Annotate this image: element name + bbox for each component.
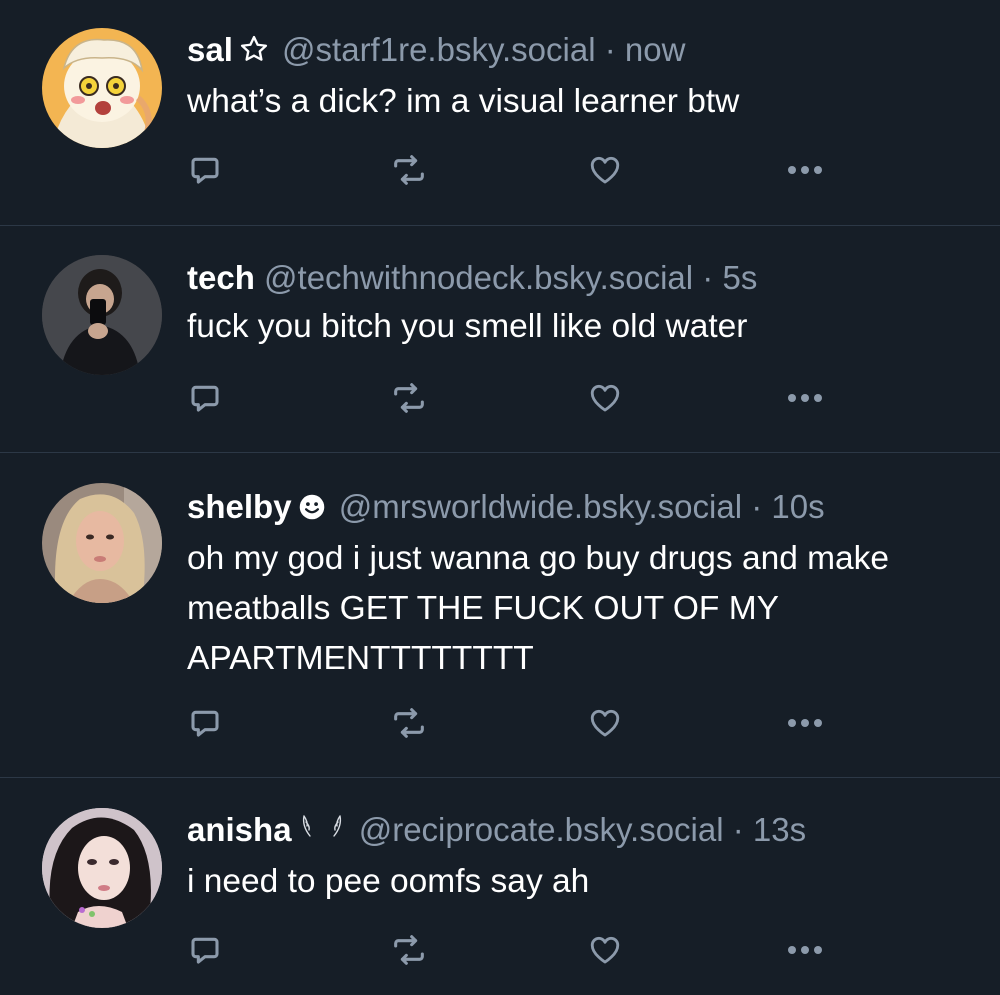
repost-button[interactable] bbox=[389, 703, 429, 743]
post-header: tech @techwithnodeck.bsky.social · 5s bbox=[187, 258, 970, 298]
post-header: shelby @mrsworldwide.bsky.social · 10s bbox=[187, 487, 970, 530]
display-name[interactable]: shelby bbox=[187, 488, 292, 525]
post-header: anisha @reciprocate.bsky.social · 13s bbox=[187, 810, 970, 853]
heart-icon bbox=[587, 381, 623, 415]
more-icon bbox=[786, 392, 824, 404]
reply-button[interactable] bbox=[185, 930, 225, 970]
more-button[interactable] bbox=[785, 150, 825, 190]
timestamp[interactable]: 5s bbox=[722, 259, 757, 296]
like-button[interactable] bbox=[585, 703, 625, 743]
avatar[interactable] bbox=[42, 255, 162, 375]
reply-icon bbox=[189, 382, 221, 414]
reply-button[interactable] bbox=[185, 378, 225, 418]
more-button[interactable] bbox=[785, 378, 825, 418]
post-header: sal @starf1re.bsky.social · now bbox=[187, 30, 970, 73]
repost-icon bbox=[390, 707, 428, 739]
display-name[interactable]: anisha bbox=[187, 811, 292, 848]
handle[interactable]: @starf1re.bsky.social bbox=[282, 31, 595, 68]
more-button[interactable] bbox=[785, 703, 825, 743]
feed: sal @starf1re.bsky.social · now what’s a… bbox=[0, 0, 1000, 995]
post-actions bbox=[187, 378, 827, 418]
post-text: oh my god i just wanna go buy drugs and … bbox=[187, 540, 890, 677]
post-item[interactable]: tech @techwithnodeck.bsky.social · 5s fu… bbox=[0, 226, 1000, 453]
repost-button[interactable] bbox=[389, 378, 429, 418]
star-outline-icon bbox=[239, 33, 269, 73]
post-item[interactable]: anisha @reciprocate.bsky.social · 13s i … bbox=[0, 778, 1000, 995]
post-text: i need to pee oomfs say ah bbox=[187, 863, 590, 900]
like-button[interactable] bbox=[585, 378, 625, 418]
separator: · bbox=[732, 811, 744, 848]
feather-wings-icon bbox=[298, 812, 346, 853]
more-icon bbox=[786, 717, 824, 729]
post-actions bbox=[187, 703, 827, 743]
more-button[interactable] bbox=[785, 930, 825, 970]
handle[interactable]: @mrsworldwide.bsky.social bbox=[339, 488, 742, 525]
repost-icon bbox=[390, 934, 428, 966]
heart-icon bbox=[587, 153, 623, 187]
display-name[interactable]: tech bbox=[187, 259, 255, 296]
reply-icon bbox=[189, 154, 221, 186]
repost-button[interactable] bbox=[389, 930, 429, 970]
handle[interactable]: @techwithnodeck.bsky.social bbox=[264, 259, 693, 296]
post-text: what’s a dick? im a visual learner btw bbox=[187, 83, 740, 120]
repost-button[interactable] bbox=[389, 150, 429, 190]
post-actions bbox=[187, 930, 827, 970]
post-item[interactable]: sal @starf1re.bsky.social · now what’s a… bbox=[0, 0, 1000, 226]
separator: · bbox=[604, 31, 616, 68]
avatar[interactable] bbox=[42, 28, 162, 148]
heart-icon bbox=[587, 933, 623, 967]
timestamp[interactable]: 10s bbox=[771, 488, 824, 525]
avatar[interactable] bbox=[42, 483, 162, 603]
reply-button[interactable] bbox=[185, 150, 225, 190]
reply-icon bbox=[189, 707, 221, 739]
smiley-icon bbox=[298, 490, 326, 530]
display-name[interactable]: sal bbox=[187, 31, 233, 68]
post-text: fuck you bitch you smell like old water bbox=[187, 308, 748, 345]
timestamp[interactable]: now bbox=[625, 31, 686, 68]
post-actions bbox=[187, 150, 827, 190]
separator: · bbox=[702, 259, 714, 296]
reply-icon bbox=[189, 934, 221, 966]
more-icon bbox=[786, 164, 824, 176]
repost-icon bbox=[390, 154, 428, 186]
like-button[interactable] bbox=[585, 150, 625, 190]
separator: · bbox=[751, 488, 763, 525]
avatar[interactable] bbox=[42, 808, 162, 928]
more-icon bbox=[786, 944, 824, 956]
reply-button[interactable] bbox=[185, 703, 225, 743]
timestamp[interactable]: 13s bbox=[753, 811, 806, 848]
handle[interactable]: @reciprocate.bsky.social bbox=[359, 811, 724, 848]
post-item[interactable]: shelby @mrsworldwide.bsky.social · 10s o… bbox=[0, 453, 1000, 778]
heart-icon bbox=[587, 706, 623, 740]
repost-icon bbox=[390, 382, 428, 414]
like-button[interactable] bbox=[585, 930, 625, 970]
